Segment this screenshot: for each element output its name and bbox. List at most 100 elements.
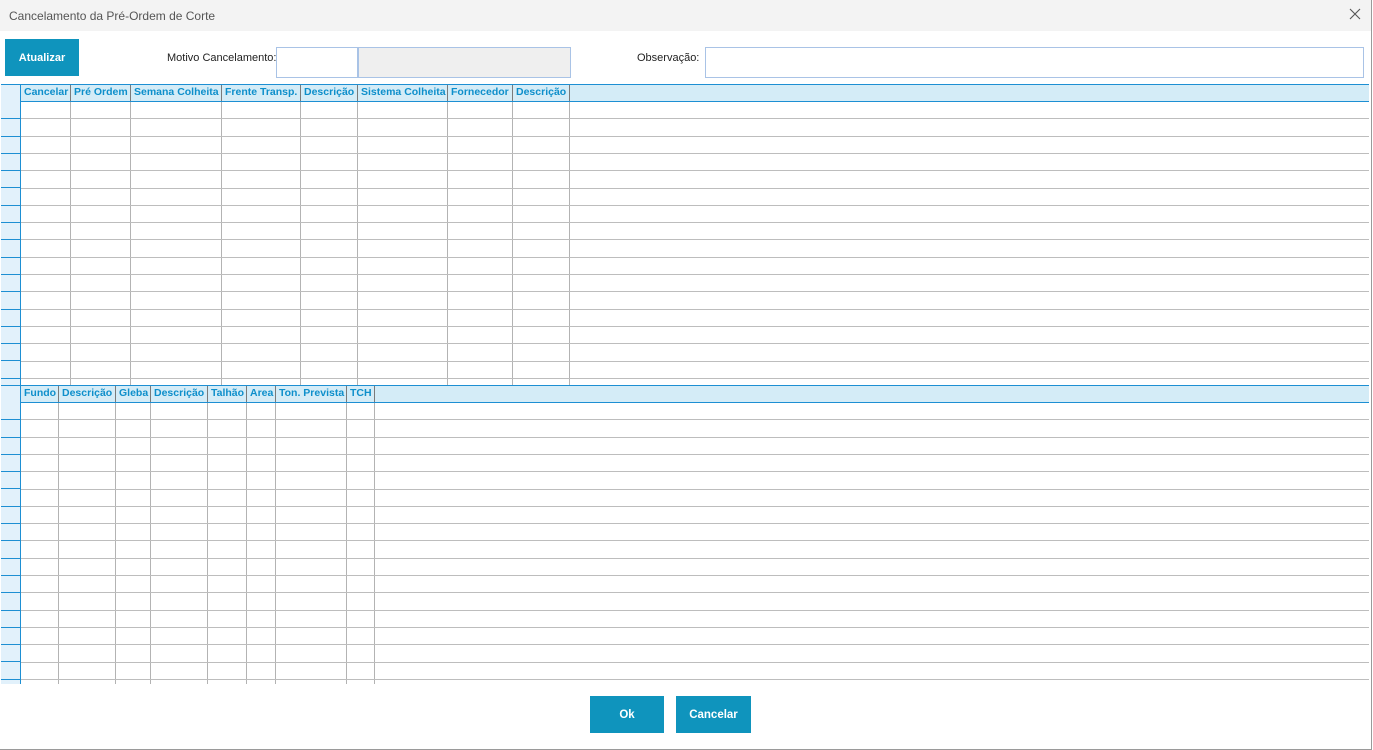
row-selector[interactable] [1,344,20,362]
window-title: Cancelamento da Pré-Ordem de Corte [9,9,216,23]
column-header[interactable]: Pré Ordem [71,85,131,101]
grid-row-divider [21,152,1369,154]
row-selector[interactable] [1,507,20,525]
grid-row-divider [21,557,1369,559]
column-header[interactable]: Descrição [301,85,358,101]
row-selector[interactable] [1,102,20,120]
motivo-code-input[interactable] [276,47,358,78]
row-selector[interactable] [1,137,20,154]
row-selector[interactable] [1,119,20,137]
talhao-grid[interactable]: Fundo Descrição Gleba Descrição Talhão Area To… [1,385,1369,684]
row-selector-column [1,85,21,385]
grid-row-divider [21,523,1369,525]
column-header[interactable]: Cancelar [21,85,71,101]
row-selector[interactable] [1,593,20,611]
row-selector[interactable] [1,576,20,594]
ok-button[interactable]: Ok [590,696,664,733]
row-selector[interactable] [1,663,20,680]
row-selector[interactable] [1,420,20,438]
column-header[interactable]: Ton. Prevista [276,386,347,402]
grid-row-divider [21,360,1369,362]
grid-column-divider [207,403,208,684]
row-selector[interactable] [1,310,20,327]
grid-row-divider [21,135,1369,137]
grid-row-divider [21,626,1369,628]
grid-row-divider [21,222,1369,224]
column-header[interactable]: Gleba [116,386,151,402]
grid-row-divider [21,644,1369,646]
row-selector[interactable] [1,541,20,559]
motivo-description-field [358,47,571,78]
column-header[interactable]: TCH [347,386,375,402]
column-header[interactable]: Sistema Colheita [358,85,448,101]
column-header[interactable]: Descrição [513,85,570,101]
dialog-window: Cancelamento da Pré-Ordem de Corte Atual… [0,0,1372,750]
grid-row-divider [21,488,1369,490]
grid-row-divider [21,170,1369,172]
grid-row-divider [21,308,1369,310]
grid-row-divider [21,118,1369,120]
row-selector[interactable] [1,490,20,507]
column-header[interactable]: Frente Transp. [222,85,301,101]
row-selector[interactable] [1,455,20,473]
row-selector[interactable] [1,524,20,542]
row-selector[interactable] [1,223,20,241]
row-selector[interactable] [1,258,20,275]
grid-row-divider [21,471,1369,473]
grid-row-divider [21,239,1369,241]
row-selector[interactable] [1,275,20,293]
grid-column-divider [246,403,247,684]
row-selector[interactable] [1,292,20,310]
title-bar: Cancelamento da Pré-Ordem de Corte [0,0,1371,31]
grid-row-divider [21,325,1369,327]
row-selector[interactable] [1,645,20,663]
refresh-button[interactable]: Atualizar [5,39,79,76]
grid-row-divider [21,609,1369,611]
observacao-label: Observação: [637,52,700,64]
grid-row-divider [21,343,1369,345]
row-selector[interactable] [1,154,20,172]
pre-ordem-grid[interactable]: Cancelar Pré Ordem Semana Colheita Frente T… [1,84,1369,385]
grid-row-divider [21,291,1369,293]
grid-column-divider [374,403,375,684]
grid-column-divider [275,403,276,684]
grid-row-divider [21,453,1369,455]
column-header[interactable]: Descrição [59,386,116,402]
column-header[interactable]: Fundo [21,386,59,402]
column-header[interactable]: Area [247,386,276,402]
row-selector[interactable] [1,628,20,646]
grid-column-divider [115,403,116,684]
close-icon[interactable] [1348,7,1362,21]
grid-column-divider [150,403,151,684]
row-selector[interactable] [1,438,20,455]
row-selector[interactable] [1,171,20,189]
row-selector[interactable] [1,189,20,206]
row-selector[interactable] [1,403,20,421]
row-selector[interactable] [1,559,20,576]
grid-column-divider [346,403,347,684]
column-header[interactable]: Talhão [208,386,247,402]
grid-row-divider [21,377,1369,379]
row-selector[interactable] [1,611,20,628]
row-selector[interactable] [1,240,20,258]
column-header[interactable]: Descrição [151,386,208,402]
column-header[interactable]: Semana Colheita [131,85,222,101]
column-header[interactable]: Fornecedor [448,85,513,101]
motivo-label: Motivo Cancelamento: [167,52,277,64]
grid-header: Cancelar Pré Ordem Semana Colheita Frente T… [1,85,1369,102]
grid-row-divider [21,256,1369,258]
row-selector[interactable] [1,362,20,379]
observacao-input[interactable] [705,47,1364,78]
grid-row-divider [21,661,1369,663]
row-selector[interactable] [1,206,20,224]
grid-row-divider [21,204,1369,206]
row-selector[interactable] [1,472,20,490]
row-selector[interactable] [1,327,20,345]
grid-column-divider [58,403,59,684]
grid-row-divider [21,274,1369,275]
grid-row-divider [21,505,1369,507]
grid-row-divider [21,678,1369,680]
grid-row-divider [21,540,1369,542]
cancel-button[interactable]: Cancelar [676,696,751,733]
grid-row-divider [21,575,1369,576]
